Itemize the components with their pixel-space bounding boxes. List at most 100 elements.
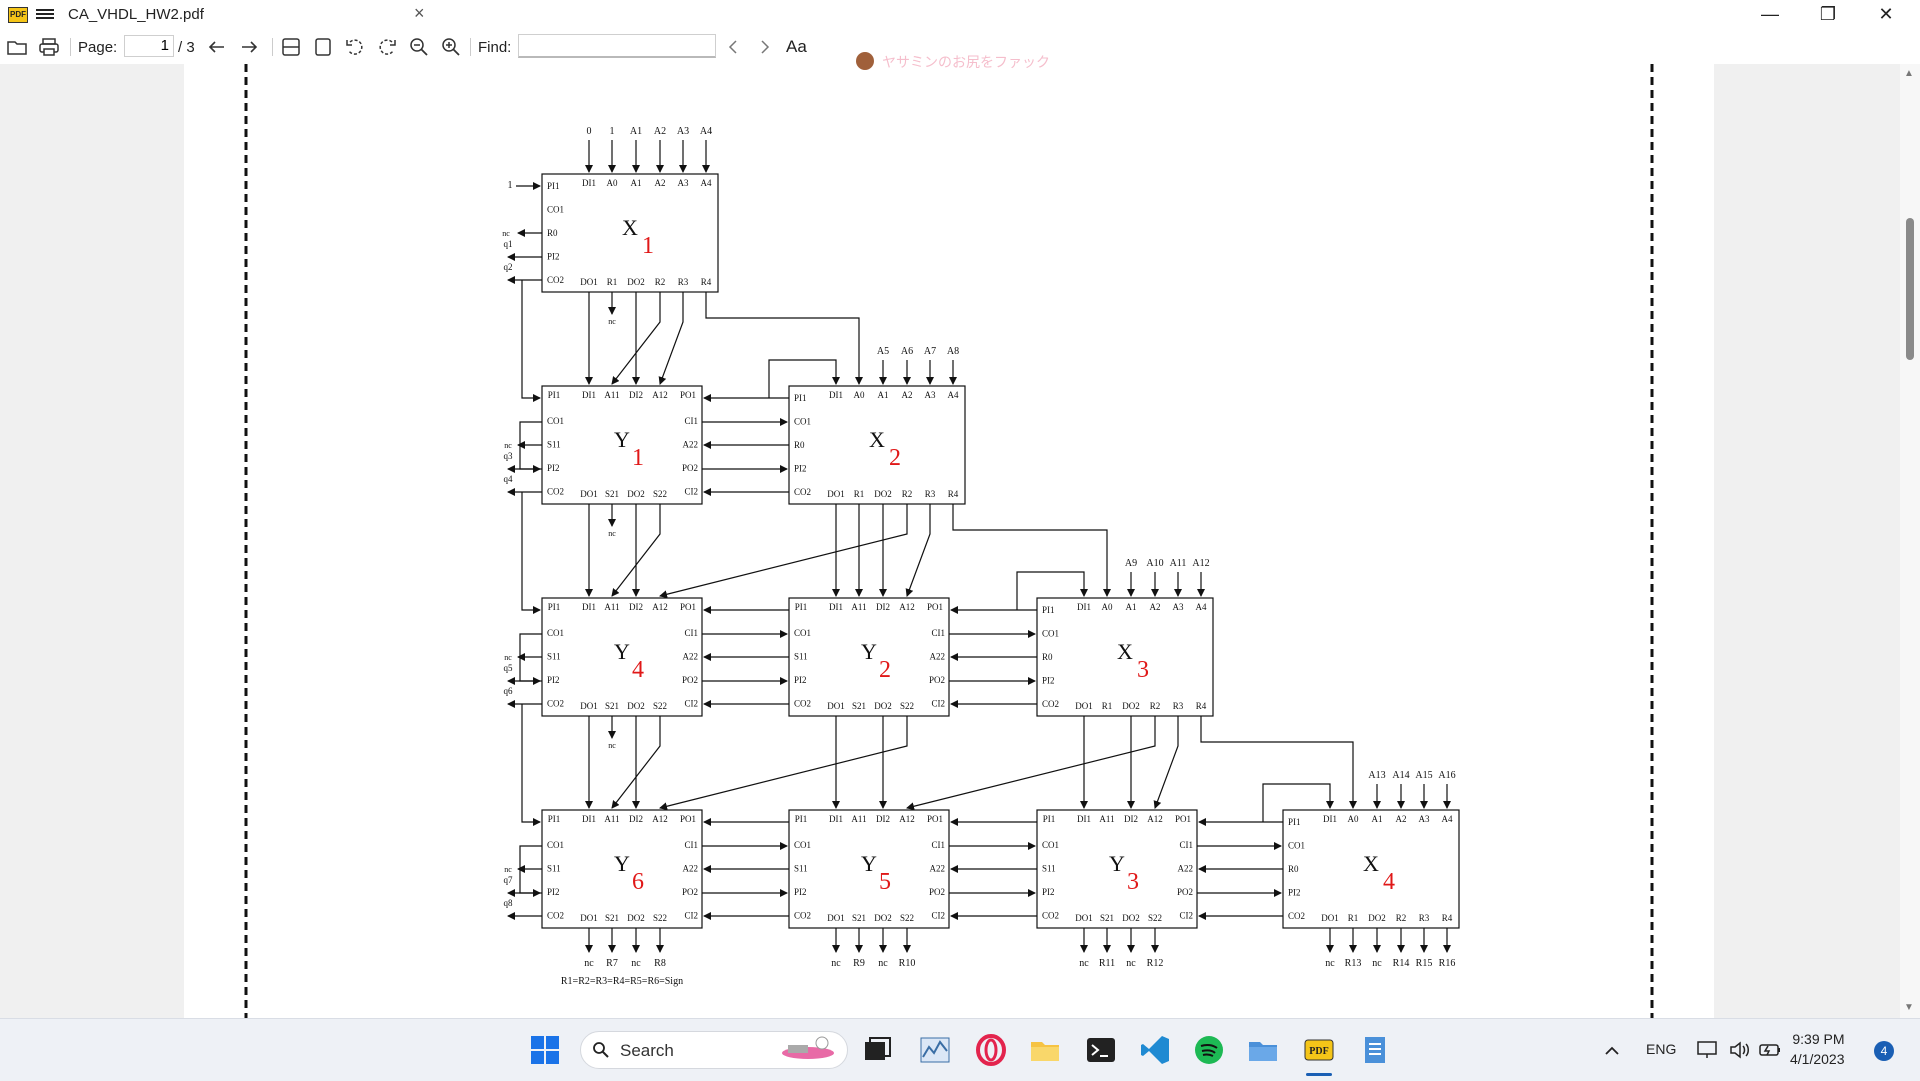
- x-port-top: A1: [1126, 602, 1137, 612]
- x-port-top: A2: [655, 178, 666, 188]
- network-icon[interactable]: [1696, 1039, 1720, 1061]
- zoom-out-icon[interactable]: [408, 36, 430, 58]
- x-port-bottom: DO2: [874, 489, 892, 499]
- notepad-icon[interactable]: [1358, 1033, 1392, 1067]
- x-port-left: PI1: [1288, 817, 1301, 827]
- q-output-label: q5: [504, 663, 514, 673]
- y-port-bottom: DO1: [827, 913, 845, 923]
- start-icon[interactable]: [528, 1033, 562, 1067]
- y-port-left: CO2: [547, 911, 564, 921]
- nc-label: nc: [502, 229, 510, 238]
- scroll-down-icon[interactable]: ▼: [1904, 1002, 1914, 1013]
- nc-label: nc: [504, 653, 512, 662]
- y-port-left: PI2: [1042, 887, 1055, 897]
- data-wire: [906, 716, 1156, 811]
- block-diagram: DI1 A0 A1 A2 A3 A4 PI1 CO1 R0 PI2 CO2 DO1 R1 DO2 R2 R3 R…: [244, 64, 1654, 1018]
- rotate-right-icon[interactable]: [376, 36, 398, 58]
- output-label: R9: [853, 958, 865, 969]
- y-port-right: CI2: [685, 487, 699, 497]
- document-viewport[interactable]: DI1 A0 A1 A2 A3 A4 PI1 CO1 R0 PI2 CO2 DO1 R1 DO2 R2 R3 R…: [0, 64, 1920, 1018]
- input-label: A1: [630, 126, 642, 137]
- rotate-left-icon[interactable]: [344, 36, 366, 58]
- separator: [272, 38, 273, 56]
- x-port-top: A0: [1102, 602, 1113, 612]
- y-port-left: S11: [794, 864, 808, 874]
- input-label: 0: [587, 126, 592, 137]
- terminal-icon[interactable]: [1084, 1033, 1118, 1067]
- y-port-top: DI1: [1077, 814, 1091, 824]
- continuous-view-icon[interactable]: [280, 36, 302, 58]
- y-port-bottom: DO2: [627, 489, 645, 499]
- print-icon[interactable]: [38, 36, 60, 58]
- opera-browser-icon[interactable]: [974, 1033, 1008, 1067]
- q-output-label: q8: [504, 898, 514, 908]
- find-input[interactable]: [518, 34, 716, 58]
- match-case-button[interactable]: Aa: [786, 37, 807, 57]
- x-port-left: R0: [794, 440, 805, 450]
- x-port-bottom: DO1: [580, 277, 598, 287]
- separator: [470, 38, 471, 56]
- x-block-name: X: [622, 215, 638, 240]
- input-label: A6: [901, 346, 913, 357]
- x-block-number: 1: [642, 233, 654, 259]
- pdf-viewer-taskbar-icon[interactable]: PDF: [1302, 1033, 1336, 1067]
- find-next-icon[interactable]: [754, 36, 776, 58]
- input-label: A12: [1192, 558, 1209, 569]
- x-port-left: CO1: [547, 205, 564, 215]
- open-folder-icon[interactable]: [6, 36, 28, 58]
- input-label: A2: [654, 126, 666, 137]
- y-port-top: A12: [1147, 814, 1163, 824]
- show-hidden-icons-icon[interactable]: [1604, 1043, 1620, 1057]
- menu-icon[interactable]: [36, 7, 54, 21]
- x-port-bottom: R1: [1348, 913, 1359, 923]
- y-port-left: CO1: [794, 628, 811, 638]
- x-port-bottom: DO2: [1368, 913, 1386, 923]
- performance-monitor-icon[interactable]: [918, 1033, 952, 1067]
- page-total: / 3: [178, 39, 195, 56]
- x-port-left: PI2: [794, 464, 807, 474]
- x-port-bottom: R4: [1196, 701, 1207, 711]
- input-label: A3: [677, 126, 689, 137]
- y-port-top: A11: [851, 814, 866, 824]
- pdf-page: DI1 A0 A1 A2 A3 A4 PI1 CO1 R0 PI2 CO2 DO1 R1 DO2 R2 R3 R…: [184, 64, 1714, 1018]
- clock[interactable]: 9:39 PM 4/1/2023: [1790, 1029, 1845, 1069]
- q-output-label: q4: [504, 474, 514, 484]
- x-port-top: A3: [925, 390, 936, 400]
- diagram-content: DI1 A0 A1 A2 A3 A4 PI1 CO1 R0 PI2 CO2 DO1 R1 DO2 R2 R3 R…: [502, 126, 1460, 987]
- scroll-up-icon[interactable]: ▲: [1904, 68, 1914, 79]
- x-port-left: R0: [1042, 652, 1053, 662]
- notification-badge[interactable]: 4: [1874, 1041, 1894, 1061]
- x-port-bottom: R3: [1419, 913, 1430, 923]
- page-number-input[interactable]: 1: [124, 35, 174, 57]
- x-port-left: CO2: [1042, 699, 1059, 709]
- language-indicator[interactable]: ENG: [1646, 1041, 1676, 1057]
- task-view-icon[interactable]: [860, 1033, 894, 1067]
- folder-icon[interactable]: [1246, 1033, 1280, 1067]
- close-tab-button[interactable]: ×: [414, 3, 425, 24]
- single-page-view-icon[interactable]: [312, 36, 334, 58]
- scroll-thumb[interactable]: [1906, 218, 1914, 360]
- y-port-left: CO1: [547, 628, 564, 638]
- file-explorer-icon[interactable]: [1028, 1033, 1062, 1067]
- vertical-scrollbar[interactable]: [1900, 64, 1920, 1018]
- y-port-top: A11: [604, 602, 619, 612]
- next-page-icon[interactable]: [238, 36, 260, 58]
- volume-icon[interactable]: [1728, 1039, 1752, 1061]
- vscode-icon[interactable]: [1138, 1033, 1172, 1067]
- output-label: R10: [899, 958, 916, 969]
- spotify-icon[interactable]: [1192, 1033, 1226, 1067]
- y-port-right: A22: [930, 864, 946, 874]
- find-previous-icon[interactable]: [722, 36, 744, 58]
- footnote-text: R1=R2=R3=R4=R5=R6=Sign: [561, 976, 683, 987]
- y-port-right: PO2: [682, 675, 698, 685]
- previous-page-icon[interactable]: [206, 36, 228, 58]
- zoom-in-icon[interactable]: [440, 36, 462, 58]
- y-port-top: A12: [899, 602, 915, 612]
- x-port-bottom: R1: [854, 489, 865, 499]
- battery-icon[interactable]: [1758, 1041, 1782, 1059]
- close-window-button[interactable]: ✕: [1858, 0, 1914, 30]
- y-port-bottom: DO1: [580, 489, 598, 499]
- x-port-bottom: R4: [948, 489, 959, 499]
- maximize-button[interactable]: ❐: [1800, 0, 1856, 30]
- minimize-button[interactable]: —: [1742, 0, 1798, 30]
